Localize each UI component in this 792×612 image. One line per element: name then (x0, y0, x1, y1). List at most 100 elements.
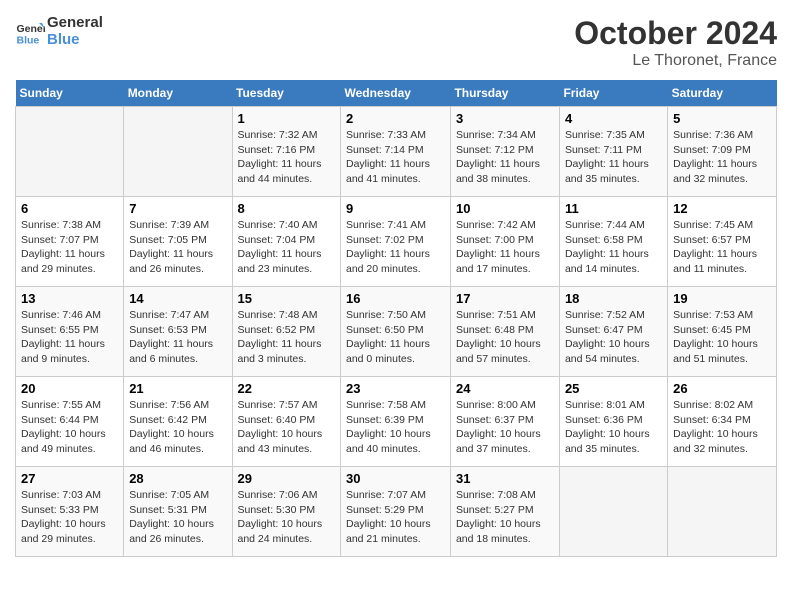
day-info: Sunrise: 7:53 AMSunset: 6:45 PMDaylight:… (673, 308, 771, 367)
calendar-cell: 11 Sunrise: 7:44 AMSunset: 6:58 PMDaylig… (559, 197, 667, 287)
page-header: General Blue General Blue October 2024 L… (15, 15, 777, 70)
day-info: Sunrise: 7:34 AMSunset: 7:12 PMDaylight:… (456, 128, 554, 187)
calendar-cell: 20 Sunrise: 7:55 AMSunset: 6:44 PMDaylig… (16, 377, 124, 467)
day-info: Sunrise: 7:40 AMSunset: 7:04 PMDaylight:… (238, 218, 336, 277)
day-info: Sunrise: 7:41 AMSunset: 7:02 PMDaylight:… (346, 218, 445, 277)
day-info: Sunrise: 7:52 AMSunset: 6:47 PMDaylight:… (565, 308, 662, 367)
calendar-cell: 25 Sunrise: 8:01 AMSunset: 6:36 PMDaylig… (559, 377, 667, 467)
day-number: 10 (456, 201, 554, 216)
calendar-cell: 30 Sunrise: 7:07 AMSunset: 5:29 PMDaylig… (341, 467, 451, 557)
day-number: 20 (21, 381, 118, 396)
day-info: Sunrise: 7:42 AMSunset: 7:00 PMDaylight:… (456, 218, 554, 277)
day-number: 13 (21, 291, 118, 306)
day-number: 27 (21, 471, 118, 486)
calendar-cell: 6 Sunrise: 7:38 AMSunset: 7:07 PMDayligh… (16, 197, 124, 287)
calendar-cell: 13 Sunrise: 7:46 AMSunset: 6:55 PMDaylig… (16, 287, 124, 377)
calendar-cell: 28 Sunrise: 7:05 AMSunset: 5:31 PMDaylig… (124, 467, 232, 557)
svg-text:General: General (17, 23, 46, 35)
day-number: 18 (565, 291, 662, 306)
day-info: Sunrise: 7:05 AMSunset: 5:31 PMDaylight:… (129, 488, 226, 547)
calendar-cell: 16 Sunrise: 7:50 AMSunset: 6:50 PMDaylig… (341, 287, 451, 377)
calendar-cell: 15 Sunrise: 7:48 AMSunset: 6:52 PMDaylig… (232, 287, 341, 377)
day-info: Sunrise: 7:07 AMSunset: 5:29 PMDaylight:… (346, 488, 445, 547)
day-number: 15 (238, 291, 336, 306)
day-number: 22 (238, 381, 336, 396)
calendar-cell: 7 Sunrise: 7:39 AMSunset: 7:05 PMDayligh… (124, 197, 232, 287)
day-info: Sunrise: 7:58 AMSunset: 6:39 PMDaylight:… (346, 398, 445, 457)
calendar-cell: 19 Sunrise: 7:53 AMSunset: 6:45 PMDaylig… (668, 287, 777, 377)
calendar-cell: 22 Sunrise: 7:57 AMSunset: 6:40 PMDaylig… (232, 377, 341, 467)
logo-line2: Blue (47, 32, 103, 49)
day-info: Sunrise: 7:35 AMSunset: 7:11 PMDaylight:… (565, 128, 662, 187)
day-info: Sunrise: 7:33 AMSunset: 7:14 PMDaylight:… (346, 128, 445, 187)
weekday-header: Wednesday (341, 80, 451, 107)
location-title: Le Thoronet, France (574, 52, 777, 70)
calendar-cell: 29 Sunrise: 7:06 AMSunset: 5:30 PMDaylig… (232, 467, 341, 557)
day-info: Sunrise: 7:57 AMSunset: 6:40 PMDaylight:… (238, 398, 336, 457)
calendar-cell: 23 Sunrise: 7:58 AMSunset: 6:39 PMDaylig… (341, 377, 451, 467)
day-info: Sunrise: 7:51 AMSunset: 6:48 PMDaylight:… (456, 308, 554, 367)
calendar-cell: 10 Sunrise: 7:42 AMSunset: 7:00 PMDaylig… (450, 197, 559, 287)
day-number: 28 (129, 471, 226, 486)
day-number: 7 (129, 201, 226, 216)
day-number: 23 (346, 381, 445, 396)
weekday-header: Tuesday (232, 80, 341, 107)
day-info: Sunrise: 7:08 AMSunset: 5:27 PMDaylight:… (456, 488, 554, 547)
day-info: Sunrise: 7:36 AMSunset: 7:09 PMDaylight:… (673, 128, 771, 187)
calendar-cell: 31 Sunrise: 7:08 AMSunset: 5:27 PMDaylig… (450, 467, 559, 557)
day-info: Sunrise: 7:55 AMSunset: 6:44 PMDaylight:… (21, 398, 118, 457)
calendar-cell: 2 Sunrise: 7:33 AMSunset: 7:14 PMDayligh… (341, 107, 451, 197)
logo: General Blue General Blue (15, 15, 103, 48)
title-block: October 2024 Le Thoronet, France (574, 15, 777, 70)
day-number: 26 (673, 381, 771, 396)
calendar-cell: 27 Sunrise: 7:03 AMSunset: 5:33 PMDaylig… (16, 467, 124, 557)
day-info: Sunrise: 7:38 AMSunset: 7:07 PMDaylight:… (21, 218, 118, 277)
svg-text:Blue: Blue (17, 34, 40, 46)
calendar-week-row: 20 Sunrise: 7:55 AMSunset: 6:44 PMDaylig… (16, 377, 777, 467)
day-number: 19 (673, 291, 771, 306)
month-title: October 2024 (574, 15, 777, 52)
calendar-cell (559, 467, 667, 557)
day-number: 8 (238, 201, 336, 216)
logo-line1: General (47, 15, 103, 32)
calendar-week-row: 27 Sunrise: 7:03 AMSunset: 5:33 PMDaylig… (16, 467, 777, 557)
weekday-header: Thursday (450, 80, 559, 107)
calendar-cell (124, 107, 232, 197)
calendar-week-row: 1 Sunrise: 7:32 AMSunset: 7:16 PMDayligh… (16, 107, 777, 197)
calendar-cell: 8 Sunrise: 7:40 AMSunset: 7:04 PMDayligh… (232, 197, 341, 287)
calendar-cell (668, 467, 777, 557)
calendar-cell: 14 Sunrise: 7:47 AMSunset: 6:53 PMDaylig… (124, 287, 232, 377)
day-number: 2 (346, 111, 445, 126)
day-number: 6 (21, 201, 118, 216)
weekday-header: Sunday (16, 80, 124, 107)
day-number: 30 (346, 471, 445, 486)
calendar-table: SundayMondayTuesdayWednesdayThursdayFrid… (15, 80, 777, 557)
day-number: 3 (456, 111, 554, 126)
calendar-cell: 17 Sunrise: 7:51 AMSunset: 6:48 PMDaylig… (450, 287, 559, 377)
day-info: Sunrise: 8:01 AMSunset: 6:36 PMDaylight:… (565, 398, 662, 457)
day-info: Sunrise: 7:06 AMSunset: 5:30 PMDaylight:… (238, 488, 336, 547)
day-info: Sunrise: 7:32 AMSunset: 7:16 PMDaylight:… (238, 128, 336, 187)
calendar-cell: 24 Sunrise: 8:00 AMSunset: 6:37 PMDaylig… (450, 377, 559, 467)
day-number: 17 (456, 291, 554, 306)
day-info: Sunrise: 7:46 AMSunset: 6:55 PMDaylight:… (21, 308, 118, 367)
day-info: Sunrise: 7:48 AMSunset: 6:52 PMDaylight:… (238, 308, 336, 367)
calendar-cell: 18 Sunrise: 7:52 AMSunset: 6:47 PMDaylig… (559, 287, 667, 377)
header-row: SundayMondayTuesdayWednesdayThursdayFrid… (16, 80, 777, 107)
day-info: Sunrise: 8:00 AMSunset: 6:37 PMDaylight:… (456, 398, 554, 457)
day-info: Sunrise: 7:03 AMSunset: 5:33 PMDaylight:… (21, 488, 118, 547)
calendar-cell: 21 Sunrise: 7:56 AMSunset: 6:42 PMDaylig… (124, 377, 232, 467)
day-info: Sunrise: 7:44 AMSunset: 6:58 PMDaylight:… (565, 218, 662, 277)
calendar-cell (16, 107, 124, 197)
day-number: 1 (238, 111, 336, 126)
calendar-cell: 3 Sunrise: 7:34 AMSunset: 7:12 PMDayligh… (450, 107, 559, 197)
day-info: Sunrise: 7:47 AMSunset: 6:53 PMDaylight:… (129, 308, 226, 367)
day-number: 29 (238, 471, 336, 486)
day-info: Sunrise: 8:02 AMSunset: 6:34 PMDaylight:… (673, 398, 771, 457)
day-info: Sunrise: 7:56 AMSunset: 6:42 PMDaylight:… (129, 398, 226, 457)
day-info: Sunrise: 7:45 AMSunset: 6:57 PMDaylight:… (673, 218, 771, 277)
day-info: Sunrise: 7:39 AMSunset: 7:05 PMDaylight:… (129, 218, 226, 277)
calendar-cell: 12 Sunrise: 7:45 AMSunset: 6:57 PMDaylig… (668, 197, 777, 287)
day-number: 31 (456, 471, 554, 486)
calendar-cell: 4 Sunrise: 7:35 AMSunset: 7:11 PMDayligh… (559, 107, 667, 197)
